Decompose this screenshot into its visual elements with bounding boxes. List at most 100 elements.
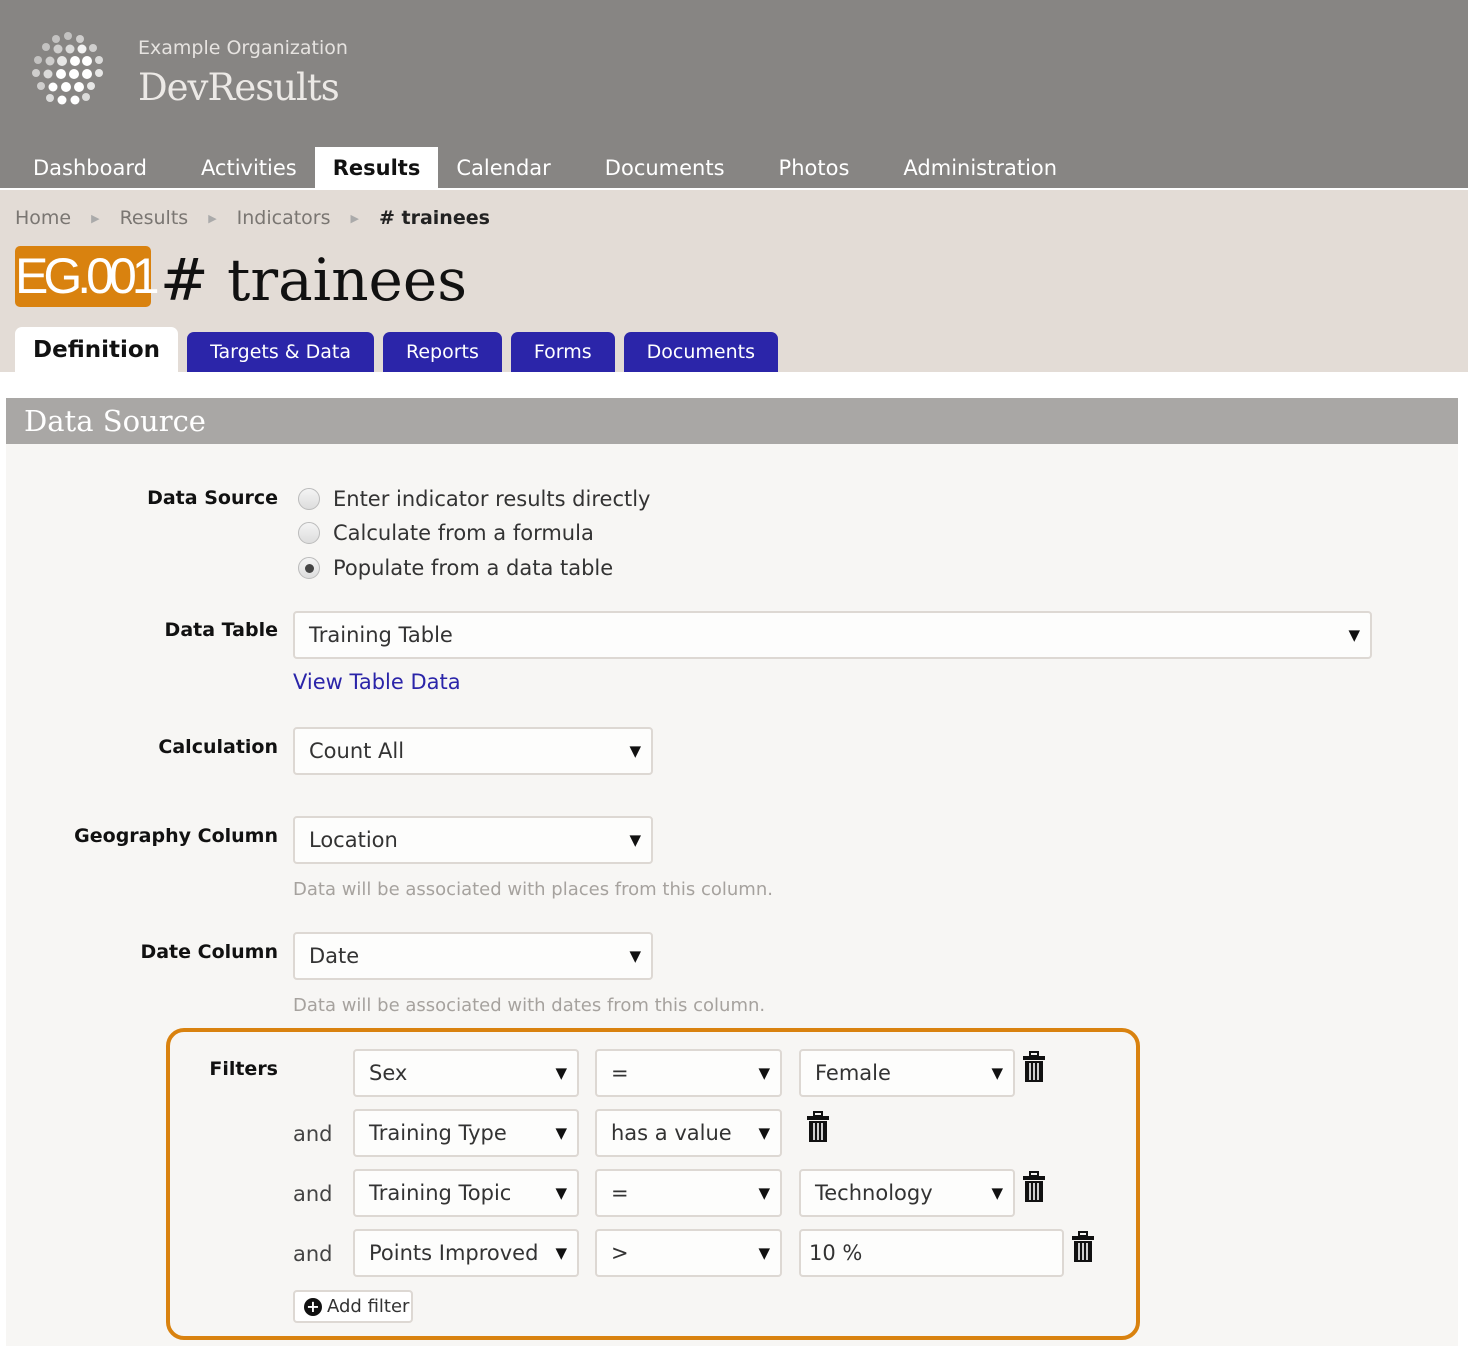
select-value: = bbox=[611, 1181, 629, 1205]
radio-selected-icon[interactable] bbox=[298, 557, 320, 579]
radio-calculate-formula[interactable]: Calculate from a formula bbox=[298, 521, 594, 545]
filter-column-select[interactable]: Training Type ▼ bbox=[353, 1109, 579, 1157]
app-name[interactable]: DevResults bbox=[138, 66, 340, 109]
page-title: # trainees bbox=[160, 246, 467, 314]
geography-help-text: Data will be associated with places from… bbox=[293, 879, 773, 900]
calculation-select[interactable]: Count All ▼ bbox=[293, 727, 653, 775]
nav-photos[interactable]: Photos bbox=[761, 147, 868, 188]
chevron-down-icon: ▼ bbox=[758, 1064, 770, 1082]
breadcrumb-separator-icon: ▶ bbox=[208, 211, 217, 225]
chevron-down-icon: ▼ bbox=[1348, 626, 1360, 644]
breadcrumb-results[interactable]: Results bbox=[120, 207, 189, 229]
devresults-logo-icon bbox=[32, 32, 103, 105]
radio-populate-table[interactable]: Populate from a data table bbox=[298, 556, 613, 580]
chevron-down-icon: ▼ bbox=[758, 1184, 770, 1202]
data-source-panel: Data Source Data Source Enter indicator … bbox=[6, 398, 1458, 1346]
data-table-select[interactable]: Training Table ▼ bbox=[293, 611, 1372, 659]
select-value: Training Type bbox=[369, 1121, 507, 1145]
main-nav: Dashboard Activities Results Calendar Do… bbox=[0, 147, 1075, 188]
trash-icon[interactable] bbox=[1021, 1171, 1047, 1203]
select-value: Technology bbox=[815, 1181, 933, 1205]
filter-value-select[interactable]: Technology ▼ bbox=[799, 1169, 1015, 1217]
select-value: Training Table bbox=[309, 623, 453, 647]
geography-column-select[interactable]: Location ▼ bbox=[293, 816, 653, 864]
filter-operator-select[interactable]: has a value ▼ bbox=[595, 1109, 782, 1157]
chevron-down-icon: ▼ bbox=[555, 1064, 567, 1082]
tab-forms[interactable]: Forms bbox=[510, 332, 615, 372]
select-value: Sex bbox=[369, 1061, 408, 1085]
select-value: Count All bbox=[309, 739, 405, 763]
nav-administration[interactable]: Administration bbox=[885, 147, 1075, 188]
select-value: = bbox=[611, 1061, 629, 1085]
radio-label: Populate from a data table bbox=[333, 556, 614, 580]
breadcrumb-separator-icon: ▶ bbox=[91, 211, 100, 225]
chevron-down-icon: ▼ bbox=[991, 1064, 1003, 1082]
trash-icon[interactable] bbox=[805, 1111, 831, 1143]
chevron-down-icon: ▼ bbox=[555, 1244, 567, 1262]
filter-operator-select[interactable]: = ▼ bbox=[595, 1169, 782, 1217]
filter-operator-select[interactable]: = ▼ bbox=[595, 1049, 782, 1097]
chevron-down-icon: ▼ bbox=[629, 831, 641, 849]
chevron-down-icon: ▼ bbox=[629, 947, 641, 965]
organization-name: Example Organization bbox=[138, 37, 348, 59]
nav-activities[interactable]: Activities bbox=[183, 147, 315, 188]
plus-circle-icon: + bbox=[304, 1297, 322, 1316]
geography-column-label: Geography Column bbox=[74, 825, 278, 847]
select-value: Female bbox=[815, 1061, 891, 1085]
date-column-select[interactable]: Date ▼ bbox=[293, 932, 653, 980]
select-value: Date bbox=[309, 944, 360, 968]
filter-conjunction: and bbox=[293, 1122, 333, 1146]
breadcrumb: Home ▶ Results ▶ Indicators ▶ # trainees bbox=[15, 207, 490, 229]
nav-documents[interactable]: Documents bbox=[587, 147, 743, 188]
breadcrumb-indicators[interactable]: Indicators bbox=[237, 207, 331, 229]
header: Example Organization DevResults Dashboar… bbox=[0, 0, 1468, 188]
filter-column-select[interactable]: Points Improved ▼ bbox=[353, 1229, 579, 1277]
filter-column-select[interactable]: Sex ▼ bbox=[353, 1049, 579, 1097]
filter-conjunction: and bbox=[293, 1242, 333, 1266]
chevron-down-icon: ▼ bbox=[758, 1244, 770, 1262]
trash-icon[interactable] bbox=[1021, 1051, 1047, 1083]
chevron-down-icon: ▼ bbox=[758, 1124, 770, 1142]
filter-value-input[interactable]: 10 % bbox=[799, 1229, 1064, 1277]
chevron-down-icon: ▼ bbox=[555, 1124, 567, 1142]
filter-column-select[interactable]: Training Topic ▼ bbox=[353, 1169, 579, 1217]
view-table-data-link[interactable]: View Table Data bbox=[293, 670, 461, 694]
tab-reports[interactable]: Reports bbox=[383, 332, 502, 372]
indicator-tabs: Definition Targets & Data Reports Forms … bbox=[15, 327, 787, 372]
radio-enter-directly[interactable]: Enter indicator results directly bbox=[298, 487, 650, 511]
radio-icon[interactable] bbox=[298, 522, 320, 544]
tab-documents[interactable]: Documents bbox=[623, 332, 779, 372]
filter-value-select[interactable]: Female ▼ bbox=[799, 1049, 1015, 1097]
trash-icon[interactable] bbox=[1070, 1231, 1096, 1263]
breadcrumb-home[interactable]: Home bbox=[15, 207, 71, 229]
select-value: Location bbox=[309, 828, 398, 852]
tab-targets-data[interactable]: Targets & Data bbox=[187, 332, 375, 372]
date-help-text: Data will be associated with dates from … bbox=[293, 995, 766, 1016]
select-value: Training Topic bbox=[369, 1181, 512, 1205]
chevron-down-icon: ▼ bbox=[555, 1184, 567, 1202]
data-table-label: Data Table bbox=[164, 619, 278, 641]
tab-definition[interactable]: Definition bbox=[15, 327, 179, 372]
indicator-code-badge: EG.001 bbox=[15, 246, 160, 307]
filter-operator-select[interactable]: > ▼ bbox=[595, 1229, 782, 1277]
calculation-label: Calculation bbox=[158, 736, 278, 758]
breadcrumb-separator-icon: ▶ bbox=[350, 211, 359, 225]
select-value: has a value bbox=[611, 1121, 732, 1145]
filter-conjunction: and bbox=[293, 1182, 333, 1206]
nav-dashboard[interactable]: Dashboard bbox=[0, 147, 165, 188]
section-title: Data Source bbox=[6, 398, 1458, 444]
chevron-down-icon: ▼ bbox=[991, 1184, 1003, 1202]
nav-calendar[interactable]: Calendar bbox=[438, 147, 568, 188]
radio-label: Calculate from a formula bbox=[333, 521, 594, 545]
input-value: 10 % bbox=[809, 1241, 863, 1265]
filters-label: Filters bbox=[209, 1058, 278, 1080]
radio-icon[interactable] bbox=[298, 488, 320, 510]
add-filter-label: Add filter bbox=[327, 1296, 410, 1317]
chevron-down-icon: ▼ bbox=[629, 742, 641, 760]
select-value: Points Improved bbox=[369, 1241, 539, 1265]
radio-label: Enter indicator results directly bbox=[333, 487, 651, 511]
add-filter-button[interactable]: + Add filter bbox=[293, 1290, 413, 1323]
nav-results[interactable]: Results bbox=[314, 147, 439, 188]
data-source-label: Data Source bbox=[147, 487, 278, 509]
breadcrumb-current: # trainees bbox=[378, 207, 490, 229]
